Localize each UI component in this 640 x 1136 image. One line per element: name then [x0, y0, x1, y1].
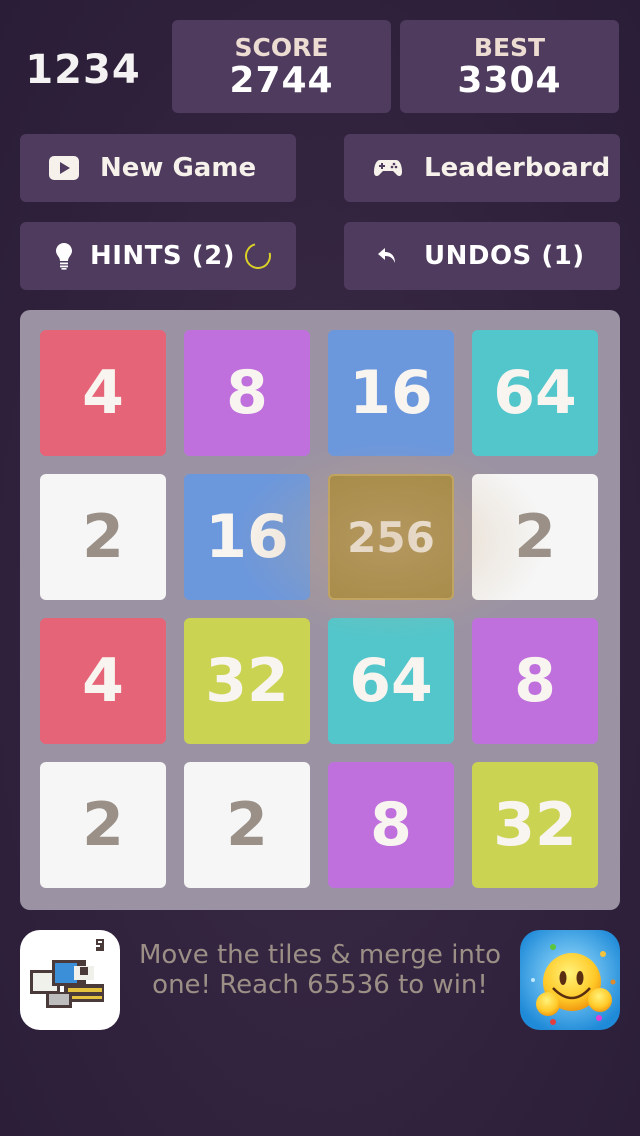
leaderboard-label: Leaderboard	[424, 153, 611, 183]
undo-icon	[372, 240, 404, 272]
smiley-game-ad-button[interactable]	[520, 930, 620, 1030]
tile: 4	[40, 618, 166, 744]
tile: 64	[328, 618, 454, 744]
leaderboard-button[interactable]: Leaderboard	[344, 134, 620, 202]
best-label: BEST	[473, 32, 546, 62]
gamepad-icon	[372, 152, 404, 184]
hints-button[interactable]: HINTS (2)	[20, 222, 296, 290]
tip-text: Move the tiles & merge into one! Reach 6…	[138, 940, 502, 1000]
tile: 4	[40, 330, 166, 456]
tile: 8	[328, 762, 454, 888]
move-counter: 1234	[25, 47, 141, 93]
new-game-label: New Game	[100, 153, 257, 183]
best-box: BEST 3304	[400, 20, 619, 113]
tile: 2	[40, 762, 166, 888]
loading-spinner-icon	[240, 238, 276, 274]
tile: 2	[184, 762, 310, 888]
tile: 8	[184, 330, 310, 456]
smiley-face-icon	[520, 930, 620, 1030]
play-icon	[48, 152, 80, 184]
score-label: SCORE	[234, 32, 329, 62]
flappy-bird-ad-button[interactable]	[20, 930, 120, 1030]
tile: 32	[472, 762, 598, 888]
tile: 2	[40, 474, 166, 600]
score-value: 2744	[229, 59, 334, 101]
undos-button[interactable]: UNDOS (1)	[344, 222, 620, 290]
undos-label: UNDOS (1)	[424, 241, 585, 271]
tile: 32	[184, 618, 310, 744]
game-board[interactable]: 4 8 16 64 2 16 256 2 4 32 64 8 2 2 8 32	[20, 310, 620, 910]
new-game-button[interactable]: New Game	[20, 134, 296, 202]
tile: 256	[328, 474, 454, 600]
tile: 2	[472, 474, 598, 600]
tile: 64	[472, 330, 598, 456]
lightbulb-icon	[48, 240, 80, 272]
tile: 8	[472, 618, 598, 744]
tile: 16	[328, 330, 454, 456]
score-box: SCORE 2744	[172, 20, 391, 113]
best-value: 3304	[457, 59, 562, 101]
flappy-bird-icon	[20, 930, 120, 1030]
hints-label: HINTS (2)	[90, 241, 236, 271]
tile: 16	[184, 474, 310, 600]
